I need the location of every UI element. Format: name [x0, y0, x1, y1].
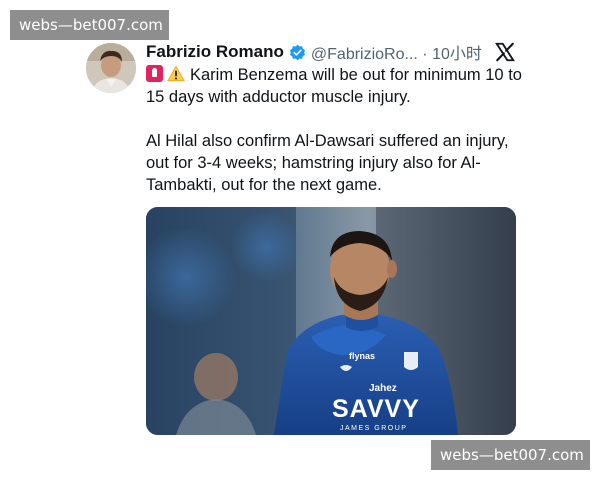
- jersey-chest-top: Jahez: [369, 383, 397, 394]
- author-handle-and-time[interactable]: @FabrizioRo... · 10小时: [311, 40, 482, 64]
- avatar-photo: [86, 43, 136, 93]
- jersey-sponsor: SAVVY: [332, 395, 420, 423]
- author-avatar[interactable]: [86, 43, 136, 93]
- watermark-bottom: webs—bet007.com: [431, 440, 590, 470]
- player-photo: flynas Jahez SAVVY JAMES GROUP: [146, 207, 516, 435]
- tweet-header: Fabrizio Romano @FabrizioRo... · 10小时: [146, 40, 526, 64]
- rotating-light-emoji: [146, 65, 163, 82]
- tweet-paragraph-1: Karim Benzema will be out for minimum 10…: [146, 64, 526, 108]
- x-logo-icon[interactable]: [494, 41, 516, 63]
- jersey-sponsor-sub: JAMES GROUP: [340, 425, 407, 432]
- watermark-top: webs—bet007.com: [10, 10, 169, 40]
- jersey-brand: flynas: [349, 351, 375, 361]
- tweet-body: Karim Benzema will be out for minimum 10…: [146, 64, 526, 196]
- warning-emoji: [167, 65, 185, 82]
- tweet-line-1: Karim Benzema will be out for minimum 10…: [146, 66, 522, 106]
- tweet-paragraph-2: Al Hilal also confirm Al-Dawsari suffere…: [146, 132, 509, 194]
- verified-badge-icon: [289, 44, 305, 60]
- tweet-media-image[interactable]: flynas Jahez SAVVY JAMES GROUP: [146, 207, 516, 435]
- author-name[interactable]: Fabrizio Romano: [146, 42, 284, 62]
